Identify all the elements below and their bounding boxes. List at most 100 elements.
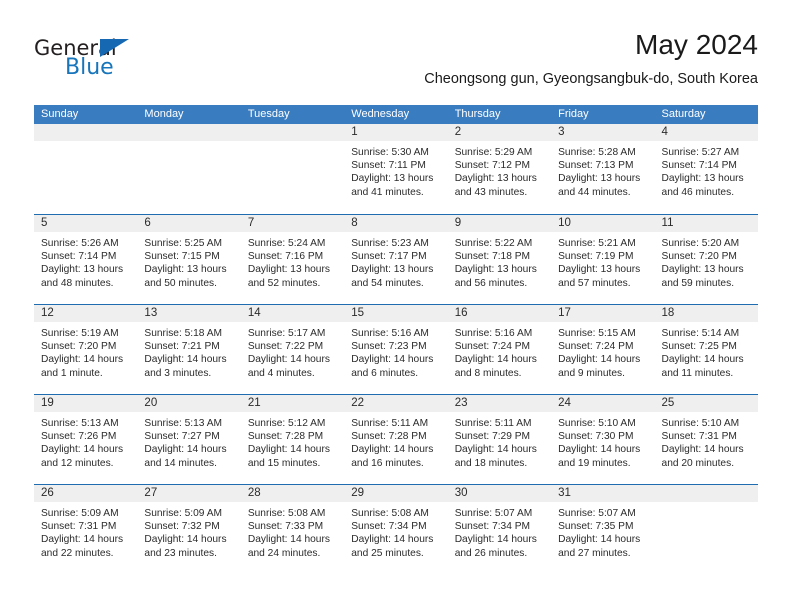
day-sun-info: Sunrise: 5:22 AM Sunset: 7:18 PM Daylight:… [448,232,551,290]
day-info-line: and 41 minutes. [351,186,424,198]
day-cell-2[interactable]: 2 Sunrise: 5:29 AM Sunset: 7:12 PM Daylight… [447,124,552,214]
day-number: 3 [551,124,655,141]
day-info-line: Sunrise: 5:09 AM [144,508,223,519]
calendar-grid: Sunday Monday Tuesday Wednesday Thursday Frid… [34,105,758,574]
day-sun-info [655,502,758,507]
day-info-line: Sunrise: 5:10 AM [558,418,636,429]
day-info-line: Sunrise: 5:17 AM [247,328,326,339]
page-title: May 2024 [635,29,758,60]
day-cell-8[interactable]: 8 Sunrise: 5:23 AM Sunset: 7:17 PM Daylight… [344,215,448,304]
day-cell-19[interactable]: 19 Sunrise: 5:13 AM Sunset: 7:26 PM Dayligh… [34,395,138,484]
day-info-line: and 9 minutes. [558,367,625,379]
day-sun-info: Sunrise: 5:10 AM Sunset: 7:31 PM Daylight:… [655,412,758,470]
day-cell-22[interactable]: 22 Sunrise: 5:11 AM Sunset: 7:28 PM Dayligh… [344,395,448,484]
day-info-line: Sunset: 7:20 PM [661,251,737,263]
day-info-line: Sunrise: 5:08 AM [351,508,429,519]
day-info-line: Sunrise: 5:16 AM [351,328,429,339]
day-cell-1[interactable]: 1 Sunrise: 5:30 AM Sunset: 7:11 PM Daylight… [344,124,448,214]
day-cell-23[interactable]: 23 Sunrise: 5:11 AM Sunset: 7:29 PM Dayligh… [447,395,552,484]
day-sun-info: Sunrise: 5:13 AM Sunset: 7:26 PM Daylight:… [34,412,137,470]
day-cell-12[interactable]: 12 Sunrise: 5:19 AM Sunset: 7:20 PM Dayligh… [34,305,138,394]
day-info-line: Sunset: 7:24 PM [558,341,634,353]
day-cell-15[interactable]: 15 Sunrise: 5:16 AM Sunset: 7:23 PM Dayligh… [344,305,448,394]
day-info-line: Sunset: 7:23 PM [351,341,427,353]
day-info-line: Daylight: 13 hours [351,264,434,276]
day-info-line: Daylight: 13 hours [661,264,744,276]
day-info-line: Sunset: 7:13 PM [558,160,634,172]
day-info-line: and 57 minutes. [558,277,631,289]
calendar-week-row: 1 Sunrise: 5:30 AM Sunset: 7:11 PM Daylight… [34,124,758,214]
day-sun-info: Sunrise: 5:21 AM Sunset: 7:19 PM Daylight:… [551,232,654,290]
day-sun-info: Sunrise: 5:09 AM Sunset: 7:31 PM Daylight:… [34,502,137,560]
day-cell-29[interactable]: 29 Sunrise: 5:08 AM Sunset: 7:34 PM Dayligh… [344,485,448,574]
day-info-line: Sunset: 7:29 PM [454,431,531,443]
day-info-line: Sunset: 7:28 PM [247,431,324,443]
weekday-header-friday: Friday [558,108,589,120]
day-info-line: Sunrise: 5:23 AM [351,238,429,249]
day-cell-empty [34,124,138,214]
day-number [137,124,241,141]
day-info-line: Sunrise: 5:30 AM [351,147,429,158]
day-info-line: Sunset: 7:35 PM [558,521,634,533]
day-cell-4[interactable]: 4 Sunrise: 5:27 AM Sunset: 7:14 PM Daylight… [654,124,758,214]
day-info-line: and 12 minutes. [41,457,114,469]
day-sun-info: Sunrise: 5:13 AM Sunset: 7:27 PM Daylight:… [137,412,240,470]
day-cell-30[interactable]: 30 Sunrise: 5:07 AM Sunset: 7:34 PM Dayligh… [447,485,552,574]
day-cell-11[interactable]: 11 Sunrise: 5:20 AM Sunset: 7:20 PM Dayligh… [654,215,758,304]
day-cell-17[interactable]: 17 Sunrise: 5:15 AM Sunset: 7:24 PM Dayligh… [551,305,655,394]
day-number: 5 [34,215,138,232]
day-cell-14[interactable]: 14 Sunrise: 5:17 AM Sunset: 7:22 PM Dayligh… [240,305,345,394]
day-sun-info: Sunrise: 5:16 AM Sunset: 7:24 PM Daylight:… [448,322,551,380]
day-info-line: and 50 minutes. [144,277,217,289]
day-number: 8 [344,215,448,232]
day-info-line: and 52 minutes. [247,277,321,289]
day-cell-18[interactable]: 18 Sunrise: 5:14 AM Sunset: 7:25 PM Dayligh… [654,305,758,394]
day-cell-24[interactable]: 24 Sunrise: 5:10 AM Sunset: 7:30 PM Dayligh… [551,395,655,484]
day-cell-7[interactable]: 7 Sunrise: 5:24 AM Sunset: 7:16 PM Daylight… [240,215,345,304]
day-cell-16[interactable]: 16 Sunrise: 5:16 AM Sunset: 7:24 PM Dayligh… [447,305,552,394]
day-cell-5[interactable]: 5 Sunrise: 5:26 AM Sunset: 7:14 PM Daylight… [34,215,138,304]
day-info-line: Sunset: 7:16 PM [247,251,324,263]
day-sun-info: Sunrise: 5:19 AM Sunset: 7:20 PM Daylight:… [34,322,137,380]
day-cell-27[interactable]: 27 Sunrise: 5:09 AM Sunset: 7:32 PM Dayligh… [137,485,241,574]
day-cell-26[interactable]: 26 Sunrise: 5:09 AM Sunset: 7:31 PM Dayligh… [34,485,138,574]
day-info-line: and 48 minutes. [41,277,114,289]
day-info-line: Sunrise: 5:13 AM [144,418,223,429]
day-sun-info [137,141,240,146]
day-info-line: and 44 minutes. [558,186,631,198]
day-number: 28 [240,485,345,502]
day-cell-3[interactable]: 3 Sunrise: 5:28 AM Sunset: 7:13 PM Daylight… [551,124,655,214]
day-cell-20[interactable]: 20 Sunrise: 5:13 AM Sunset: 7:27 PM Dayligh… [137,395,241,484]
day-sun-info: Sunrise: 5:08 AM Sunset: 7:34 PM Daylight:… [344,502,447,560]
generalblue-logo[interactable]: General Blue [34,36,224,90]
day-sun-info: Sunrise: 5:30 AM Sunset: 7:11 PM Daylight:… [344,141,447,199]
day-cell-10[interactable]: 10 Sunrise: 5:21 AM Sunset: 7:19 PM Dayligh… [551,215,655,304]
day-info-line: Sunset: 7:34 PM [351,521,427,533]
day-sun-info: Sunrise: 5:23 AM Sunset: 7:17 PM Daylight:… [344,232,447,290]
day-cell-9[interactable]: 9 Sunrise: 5:22 AM Sunset: 7:18 PM Daylight… [447,215,552,304]
day-number: 1 [344,124,448,141]
calendar-week-row: 12 Sunrise: 5:19 AM Sunset: 7:20 PM Dayligh… [34,304,758,394]
day-info-line: Daylight: 14 hours [558,354,641,366]
day-info-line: Daylight: 13 hours [558,173,641,185]
day-cell-21[interactable]: 21 Sunrise: 5:12 AM Sunset: 7:28 PM Dayligh… [240,395,345,484]
day-info-line: Daylight: 14 hours [144,534,227,546]
page-subtitle: Cheongsong gun, Gyeongsangbuk-do, South … [424,71,758,87]
day-info-line: Daylight: 14 hours [247,534,330,546]
day-info-line: Daylight: 14 hours [144,444,227,456]
day-cell-31[interactable]: 31 Sunrise: 5:07 AM Sunset: 7:35 PM Dayligh… [551,485,655,574]
weekday-header-sunday: Sunday [41,108,79,120]
day-info-line: Daylight: 13 hours [454,173,537,185]
day-info-line: Daylight: 14 hours [41,444,124,456]
day-cell-6[interactable]: 6 Sunrise: 5:25 AM Sunset: 7:15 PM Daylight… [137,215,241,304]
day-cell-25[interactable]: 25 Sunrise: 5:10 AM Sunset: 7:31 PM Dayligh… [654,395,758,484]
day-info-line: and 6 minutes. [351,367,419,379]
day-number: 25 [654,395,758,412]
day-sun-info: Sunrise: 5:15 AM Sunset: 7:24 PM Daylight:… [551,322,654,380]
day-cell-28[interactable]: 28 Sunrise: 5:08 AM Sunset: 7:33 PM Dayligh… [240,485,345,574]
day-cell-13[interactable]: 13 Sunrise: 5:18 AM Sunset: 7:21 PM Dayligh… [137,305,241,394]
day-number: 6 [137,215,241,232]
day-info-line: and 43 minutes. [454,186,528,198]
day-number: 12 [34,305,138,322]
day-number: 24 [551,395,655,412]
